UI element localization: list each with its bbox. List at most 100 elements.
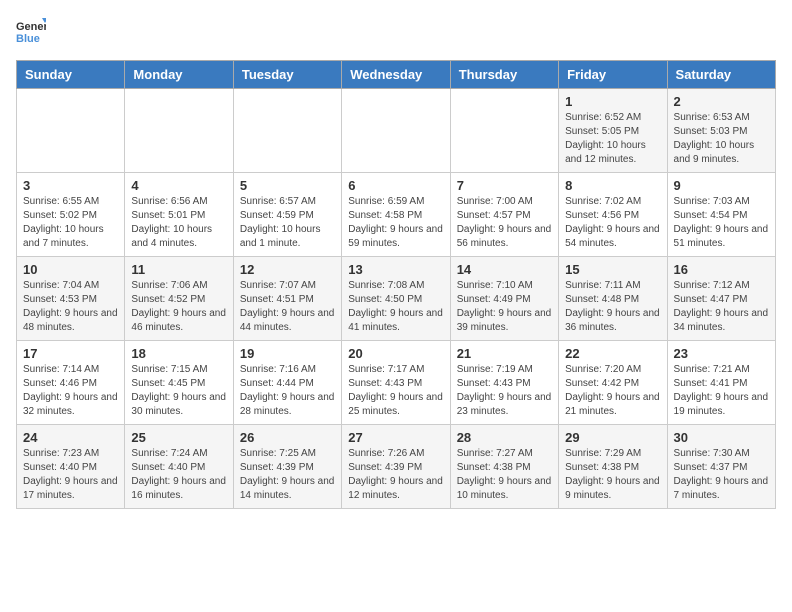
day-cell: 28 Sunrise: 7:27 AM Sunset: 4:38 PM Dayli… xyxy=(450,425,558,509)
day-number: 5 xyxy=(240,178,335,193)
day-info: Sunrise: 7:15 AM Sunset: 4:45 PM Dayligh… xyxy=(131,363,226,419)
day-info: Sunrise: 7:19 AM Sunset: 4:43 PM Dayligh… xyxy=(457,363,552,419)
day-info: Sunrise: 7:17 AM Sunset: 4:43 PM Dayligh… xyxy=(348,363,443,419)
day-number: 30 xyxy=(674,430,769,445)
day-number: 4 xyxy=(131,178,226,193)
weekday-header-wednesday: Wednesday xyxy=(342,61,450,89)
day-info: Sunrise: 7:14 AM Sunset: 4:46 PM Dayligh… xyxy=(23,363,118,419)
day-number: 16 xyxy=(674,262,769,277)
weekday-header-friday: Friday xyxy=(559,61,667,89)
week-row-1: 1 Sunrise: 6:52 AM Sunset: 5:05 PM Daylig… xyxy=(17,89,776,173)
day-info: Sunrise: 7:03 AM Sunset: 4:54 PM Dayligh… xyxy=(674,195,769,251)
day-number: 7 xyxy=(457,178,552,193)
day-info: Sunrise: 6:59 AM Sunset: 4:58 PM Dayligh… xyxy=(348,195,443,251)
day-info: Sunrise: 6:56 AM Sunset: 5:01 PM Dayligh… xyxy=(131,195,226,251)
day-number: 26 xyxy=(240,430,335,445)
weekday-header-saturday: Saturday xyxy=(667,61,775,89)
day-number: 15 xyxy=(565,262,660,277)
day-cell xyxy=(125,89,233,173)
day-info: Sunrise: 6:57 AM Sunset: 4:59 PM Dayligh… xyxy=(240,195,335,251)
day-info: Sunrise: 7:12 AM Sunset: 4:47 PM Dayligh… xyxy=(674,279,769,335)
week-row-3: 10 Sunrise: 7:04 AM Sunset: 4:53 PM Dayli… xyxy=(17,257,776,341)
day-info: Sunrise: 7:24 AM Sunset: 4:40 PM Dayligh… xyxy=(131,447,226,503)
day-number: 27 xyxy=(348,430,443,445)
day-cell: 9 Sunrise: 7:03 AM Sunset: 4:54 PM Daylig… xyxy=(667,173,775,257)
weekday-header-tuesday: Tuesday xyxy=(233,61,341,89)
svg-text:General: General xyxy=(16,21,46,33)
day-cell: 15 Sunrise: 7:11 AM Sunset: 4:48 PM Dayli… xyxy=(559,257,667,341)
day-info: Sunrise: 6:55 AM Sunset: 5:02 PM Dayligh… xyxy=(23,195,118,251)
weekday-header-row: SundayMondayTuesdayWednesdayThursdayFrid… xyxy=(17,61,776,89)
day-cell: 2Sunrise: 6:53 AM Sunset: 5:03 PM Daylig… xyxy=(667,89,775,173)
day-number: 24 xyxy=(23,430,118,445)
day-cell: 14 Sunrise: 7:10 AM Sunset: 4:49 PM Dayli… xyxy=(450,257,558,341)
day-info: Sunrise: 7:04 AM Sunset: 4:53 PM Dayligh… xyxy=(23,279,118,335)
day-cell: 19Sunrise: 7:16 AM Sunset: 4:44 PM Dayli… xyxy=(233,341,341,425)
day-cell xyxy=(342,89,450,173)
day-number: 1 xyxy=(565,94,660,109)
day-number: 13 xyxy=(348,262,443,277)
day-number: 12 xyxy=(240,262,335,277)
page-header: General Blue xyxy=(16,16,776,52)
day-number: 11 xyxy=(131,262,226,277)
day-info: Sunrise: 7:27 AM Sunset: 4:38 PM Dayligh… xyxy=(457,447,552,503)
day-number: 17 xyxy=(23,346,118,361)
day-cell: 24 Sunrise: 7:23 AM Sunset: 4:40 PM Dayli… xyxy=(17,425,125,509)
day-number: 28 xyxy=(457,430,552,445)
day-number: 3 xyxy=(23,178,118,193)
week-row-4: 17 Sunrise: 7:14 AM Sunset: 4:46 PM Dayli… xyxy=(17,341,776,425)
day-info: Sunrise: 7:25 AM Sunset: 4:39 PM Dayligh… xyxy=(240,447,335,503)
day-cell xyxy=(233,89,341,173)
day-number: 22 xyxy=(565,346,660,361)
logo-icon: General Blue xyxy=(16,16,46,52)
day-number: 10 xyxy=(23,262,118,277)
weekday-header-monday: Monday xyxy=(125,61,233,89)
day-cell: 18Sunrise: 7:15 AM Sunset: 4:45 PM Dayli… xyxy=(125,341,233,425)
day-cell: 21 Sunrise: 7:19 AM Sunset: 4:43 PM Dayli… xyxy=(450,341,558,425)
day-info: Sunrise: 7:21 AM Sunset: 4:41 PM Dayligh… xyxy=(674,363,769,419)
weekday-header-sunday: Sunday xyxy=(17,61,125,89)
day-cell: 25 Sunrise: 7:24 AM Sunset: 4:40 PM Dayli… xyxy=(125,425,233,509)
day-cell: 30Sunrise: 7:30 AM Sunset: 4:37 PM Dayli… xyxy=(667,425,775,509)
day-number: 8 xyxy=(565,178,660,193)
day-info: Sunrise: 7:06 AM Sunset: 4:52 PM Dayligh… xyxy=(131,279,226,335)
svg-text:Blue: Blue xyxy=(16,33,40,45)
day-number: 9 xyxy=(674,178,769,193)
day-cell: 13 Sunrise: 7:08 AM Sunset: 4:50 PM Dayli… xyxy=(342,257,450,341)
day-number: 6 xyxy=(348,178,443,193)
day-info: Sunrise: 6:53 AM Sunset: 5:03 PM Dayligh… xyxy=(674,111,769,167)
day-cell: 27 Sunrise: 7:26 AM Sunset: 4:39 PM Dayli… xyxy=(342,425,450,509)
day-cell: 6 Sunrise: 6:59 AM Sunset: 4:58 PM Daylig… xyxy=(342,173,450,257)
day-number: 23 xyxy=(674,346,769,361)
day-cell: 26 Sunrise: 7:25 AM Sunset: 4:39 PM Dayli… xyxy=(233,425,341,509)
day-info: Sunrise: 7:26 AM Sunset: 4:39 PM Dayligh… xyxy=(348,447,443,503)
week-row-2: 3 Sunrise: 6:55 AM Sunset: 5:02 PM Daylig… xyxy=(17,173,776,257)
day-cell: 1 Sunrise: 6:52 AM Sunset: 5:05 PM Daylig… xyxy=(559,89,667,173)
day-number: 20 xyxy=(348,346,443,361)
day-info: Sunrise: 7:08 AM Sunset: 4:50 PM Dayligh… xyxy=(348,279,443,335)
day-info: Sunrise: 7:23 AM Sunset: 4:40 PM Dayligh… xyxy=(23,447,118,503)
day-cell: 4 Sunrise: 6:56 AM Sunset: 5:01 PM Daylig… xyxy=(125,173,233,257)
day-cell: 17 Sunrise: 7:14 AM Sunset: 4:46 PM Dayli… xyxy=(17,341,125,425)
day-cell xyxy=(450,89,558,173)
day-number: 21 xyxy=(457,346,552,361)
calendar-table: SundayMondayTuesdayWednesdayThursdayFrid… xyxy=(16,60,776,509)
day-number: 25 xyxy=(131,430,226,445)
day-info: Sunrise: 7:00 AM Sunset: 4:57 PM Dayligh… xyxy=(457,195,552,251)
day-cell xyxy=(17,89,125,173)
day-info: Sunrise: 7:29 AM Sunset: 4:38 PM Dayligh… xyxy=(565,447,660,503)
day-cell: 3 Sunrise: 6:55 AM Sunset: 5:02 PM Daylig… xyxy=(17,173,125,257)
weekday-header-thursday: Thursday xyxy=(450,61,558,89)
day-cell: 29 Sunrise: 7:29 AM Sunset: 4:38 PM Dayli… xyxy=(559,425,667,509)
day-info: Sunrise: 7:07 AM Sunset: 4:51 PM Dayligh… xyxy=(240,279,335,335)
day-info: Sunrise: 7:20 AM Sunset: 4:42 PM Dayligh… xyxy=(565,363,660,419)
day-number: 29 xyxy=(565,430,660,445)
day-cell: 12 Sunrise: 7:07 AM Sunset: 4:51 PM Dayli… xyxy=(233,257,341,341)
day-number: 14 xyxy=(457,262,552,277)
day-info: Sunrise: 7:16 AM Sunset: 4:44 PM Dayligh… xyxy=(240,363,335,419)
day-cell: 8Sunrise: 7:02 AM Sunset: 4:56 PM Daylig… xyxy=(559,173,667,257)
day-info: Sunrise: 6:52 AM Sunset: 5:05 PM Dayligh… xyxy=(565,111,660,167)
day-info: Sunrise: 7:11 AM Sunset: 4:48 PM Dayligh… xyxy=(565,279,660,335)
day-info: Sunrise: 7:10 AM Sunset: 4:49 PM Dayligh… xyxy=(457,279,552,335)
day-cell: 22 Sunrise: 7:20 AM Sunset: 4:42 PM Dayli… xyxy=(559,341,667,425)
